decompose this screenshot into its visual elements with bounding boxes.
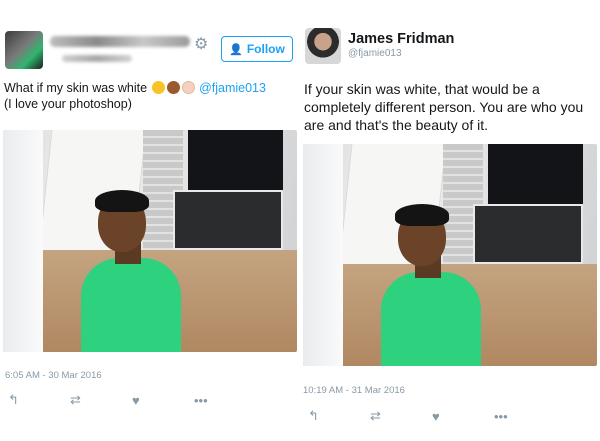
reply-timestamp[interactable]: 10:19 AM - 31 Mar 2016 <box>303 385 405 396</box>
left-tweet-panel: ⚙ 👤 Follow What if my skin was white @fj… <box>0 0 300 441</box>
tweet-text-main: What if my skin was white <box>4 81 151 95</box>
like-icon[interactable]: ♥ <box>432 409 494 424</box>
blurred-username <box>50 36 190 47</box>
mention-link[interactable]: @fjamie013 <box>199 81 266 95</box>
like-icon[interactable]: ♥ <box>132 393 194 408</box>
gear-icon[interactable]: ⚙ <box>194 37 210 53</box>
dark-skin-emoji-icon <box>166 81 180 94</box>
tweet-timestamp[interactable]: 6:05 AM - 30 Mar 2016 <box>5 370 102 381</box>
reply-icon[interactable]: ↰ <box>308 408 370 424</box>
reply-tweet-text: If your skin was white, that would be a … <box>304 81 584 133</box>
author-avatar[interactable] <box>305 28 341 64</box>
laughing-emoji-icon <box>151 81 165 94</box>
user-avatar[interactable] <box>5 31 43 69</box>
retweet-icon[interactable]: ⇄ <box>70 392 132 408</box>
reply-tweet-photo[interactable] <box>303 144 597 366</box>
add-user-icon: 👤 <box>229 43 243 56</box>
more-icon[interactable]: ••• <box>494 409 556 424</box>
author-name[interactable]: James Fridman <box>348 31 454 47</box>
tweet-photo[interactable] <box>3 130 297 352</box>
tweet-actions: ↰ ⇄ ♥ ••• <box>8 392 256 408</box>
follow-button-label: Follow <box>246 42 285 56</box>
retweet-icon[interactable]: ⇄ <box>370 408 432 424</box>
reply-tweet-actions: ↰ ⇄ ♥ ••• <box>308 408 556 424</box>
tweet-text: What if my skin was white @fjamie013 (I … <box>4 80 300 112</box>
blurred-handle <box>62 55 132 62</box>
light-skin-emoji-icon <box>181 81 195 94</box>
tweet-text-second-line: (I love your photoshop) <box>4 97 132 111</box>
right-tweet-panel: James Fridman @fjamie013 If your skin wa… <box>300 0 600 441</box>
reply-icon[interactable]: ↰ <box>8 392 70 408</box>
follow-button[interactable]: 👤 Follow <box>221 36 293 62</box>
more-icon[interactable]: ••• <box>194 393 256 408</box>
author-handle[interactable]: @fjamie013 <box>348 48 402 59</box>
